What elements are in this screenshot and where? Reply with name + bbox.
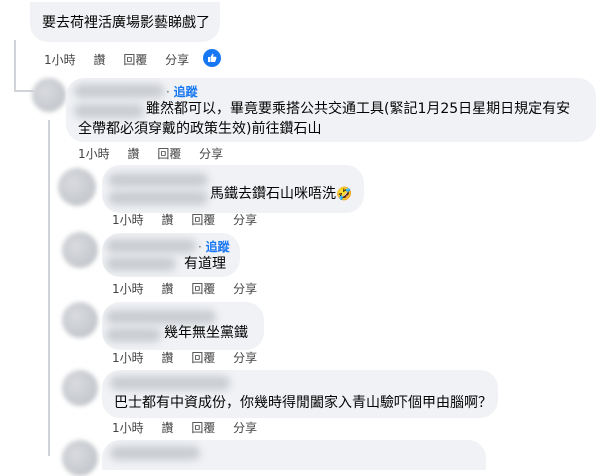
like-button[interactable]: 讚 [161, 213, 173, 227]
comment-bubble: 馬鐵去鑽石山咪唔洗🤣 [102, 165, 364, 213]
comment-text: 巴士都有中資成份，你幾時得閒闔家入青山驗吓個甲由腦啊？ [114, 395, 492, 411]
avatar[interactable] [62, 232, 98, 268]
comment-actions: 1小時 讚 回覆 分享 [112, 420, 271, 436]
reply-button[interactable]: 回覆 [191, 351, 215, 365]
share-button[interactable]: 分享 [233, 213, 257, 227]
comment-text: 幾年無坐黨鐵 [164, 325, 248, 341]
mention-blurred[interactable] [106, 328, 161, 342]
share-button[interactable]: 分享 [233, 351, 257, 365]
share-button[interactable]: 分享 [233, 282, 257, 296]
comment-actions: 1小時 讚 回覆 分享 [78, 146, 237, 162]
laughing-emoji-icon: 🤣 [336, 187, 353, 202]
comment-text: 雖然都可以，畢竟要乘搭公共交通工具(緊記1月25日星期日規定有安 [146, 101, 571, 117]
timestamp: 1小時 [112, 421, 144, 435]
reply-button[interactable]: 回覆 [191, 213, 215, 227]
like-button[interactable]: 讚 [127, 147, 139, 161]
comment-actions: 1小時 讚 回覆 分享 [112, 281, 271, 297]
avatar[interactable] [32, 78, 66, 112]
author-name-blurred[interactable] [108, 173, 208, 187]
author-name-blurred[interactable] [110, 446, 200, 460]
reply-button[interactable]: 回覆 [191, 421, 215, 435]
like-button[interactable]: 讚 [93, 53, 105, 67]
comment-bubble: · 追蹤 有道理 [102, 233, 240, 277]
mention-blurred[interactable] [74, 104, 144, 118]
comment-text: 要去荷裡活廣場影藝睇戲了 [42, 15, 210, 31]
avatar[interactable] [62, 370, 98, 406]
timestamp: 1小時 [112, 351, 144, 365]
mention-blurred[interactable] [108, 191, 208, 205]
comment-bubble: · 追蹤 雖然都可以，畢竟要乘搭公共交通工具(緊記1月25日星期日規定有安 全帶… [66, 78, 596, 142]
comment-actions: 1小時 讚 回覆 分享 [44, 52, 203, 68]
comment-text: 全帶都必須穿戴的政策生效)前往鑽石山 [78, 121, 322, 137]
like-button[interactable]: 讚 [161, 282, 173, 296]
like-button[interactable]: 讚 [161, 421, 173, 435]
comment-bubble: 巴士都有中資成份，你幾時得閒闔家入青山驗吓個甲由腦啊？ [102, 370, 498, 418]
comment-actions: 1小時 讚 回覆 分享 [112, 350, 271, 366]
author-name-blurred[interactable] [110, 376, 230, 390]
comment-text: 有道理 [184, 256, 226, 272]
comment-actions: 1小時 讚 回覆 分享 [112, 212, 271, 228]
reply-button[interactable]: 回覆 [191, 282, 215, 296]
comment-text: 馬鐵去鑽石山咪唔洗🤣 [210, 186, 353, 202]
like-reaction-icon[interactable] [201, 47, 223, 69]
thread-line [14, 40, 16, 92]
thread-line [14, 90, 34, 92]
timestamp: 1小時 [44, 53, 76, 67]
comment-bubble: 要去荷裡活廣場影藝睇戲了 [30, 2, 220, 42]
avatar[interactable] [62, 440, 98, 476]
share-button[interactable]: 分享 [199, 147, 223, 161]
like-button[interactable]: 讚 [161, 351, 173, 365]
reply-button[interactable]: 回覆 [157, 147, 181, 161]
thread-line [48, 120, 50, 456]
avatar[interactable] [62, 302, 98, 338]
reply-button[interactable]: 回覆 [123, 53, 147, 67]
comment-bubble: 幾年無坐黨鐵 [102, 302, 264, 350]
comment-bubble [102, 440, 486, 470]
share-button[interactable]: 分享 [165, 53, 189, 67]
author-name-blurred[interactable] [74, 84, 164, 98]
share-button[interactable]: 分享 [233, 421, 257, 435]
timestamp: 1小時 [112, 213, 144, 227]
timestamp: 1小時 [78, 147, 110, 161]
author-name-blurred[interactable] [106, 239, 196, 253]
avatar[interactable] [58, 168, 96, 206]
timestamp: 1小時 [112, 282, 144, 296]
mention-blurred[interactable] [106, 257, 176, 271]
